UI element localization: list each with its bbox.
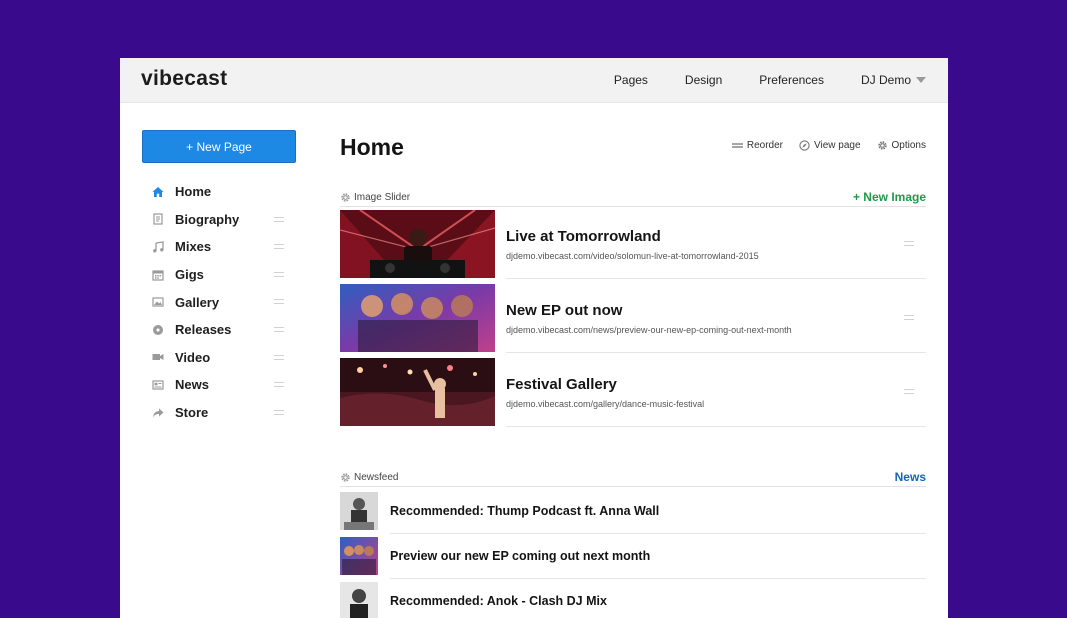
reorder-icon — [731, 143, 743, 148]
sidebar-item-label: Store — [175, 405, 209, 421]
user-name: DJ Demo — [860, 73, 911, 87]
sidebar-item-label: Home — [175, 184, 212, 200]
slide-title[interactable]: Live at Tomorrowland — [506, 228, 661, 245]
reorder-button[interactable]: Reorder — [731, 140, 783, 151]
page-actions: Reorder View page Options — [716, 140, 926, 151]
sidebar-item-label: Biography — [175, 211, 240, 227]
drag-handle-icon[interactable] — [274, 326, 284, 332]
new-page-button[interactable]: + New Page — [142, 130, 296, 163]
options-button[interactable]: Options — [877, 140, 926, 151]
image-slider-list: Live at Tomorrowland djdemo.vibecast.com… — [340, 210, 926, 432]
sidebar: + New Page Home Biography Mixes Gigs Gal… — [142, 130, 296, 426]
drag-handle-icon[interactable] — [274, 299, 284, 305]
sidebar-item-home[interactable]: Home — [142, 178, 296, 206]
news-item[interactable]: Recommended: Thump Podcast ft. Anna Wall — [340, 489, 926, 534]
options-label: Options — [891, 140, 926, 151]
band-photo-image — [340, 284, 495, 352]
slide-title[interactable]: New EP out now — [506, 302, 622, 319]
dj-portrait-image — [340, 582, 378, 618]
slide-thumbnail[interactable] — [340, 210, 495, 278]
sidebar-item-releases[interactable]: Releases — [142, 316, 296, 344]
disc-icon — [152, 324, 164, 336]
image-slider-label: Image Slider — [354, 191, 411, 203]
video-camera-icon — [152, 351, 164, 363]
drag-handle-icon[interactable] — [274, 354, 284, 360]
slide-thumbnail[interactable] — [340, 284, 495, 352]
news-title[interactable]: Preview our new EP coming out next month — [390, 549, 650, 563]
sidebar-list: Home Biography Mixes Gigs Gallery Releas… — [142, 178, 296, 426]
slide-thumbnail[interactable] — [340, 358, 495, 426]
sidebar-item-label: Mixes — [175, 239, 212, 255]
newsfeed-label: Newsfeed — [354, 471, 399, 483]
nav-pages[interactable]: Pages — [614, 73, 648, 87]
slide-item[interactable]: Festival Gallery djdemo.vibecast.com/gal… — [340, 358, 926, 432]
sidebar-item-gallery[interactable]: Gallery — [142, 288, 296, 316]
drag-handle-icon[interactable] — [274, 382, 284, 388]
drag-handle-icon[interactable] — [274, 244, 284, 250]
news-thumbnail[interactable] — [340, 492, 378, 530]
nav-design[interactable]: Design — [685, 73, 722, 87]
dj-stage-image — [340, 210, 495, 278]
sidebar-item-label: Gigs — [175, 267, 204, 283]
slide-url: djdemo.vibecast.com/video/solomun-live-a… — [506, 251, 759, 261]
document-icon — [152, 213, 164, 225]
reorder-label: Reorder — [746, 140, 783, 151]
newsfeed-header: Newsfeed News — [340, 468, 926, 487]
nav-preferences[interactable]: Preferences — [759, 73, 824, 87]
sidebar-item-mixes[interactable]: Mixes — [142, 233, 296, 261]
podcast-photo-image — [340, 492, 378, 530]
app-window: vibecast Pages Design Preferences DJ Dem… — [120, 58, 948, 618]
news-item[interactable]: Preview our new EP coming out next month — [340, 534, 926, 579]
top-nav: Pages Design Preferences DJ Demo — [577, 58, 926, 102]
drag-handle-icon[interactable] — [274, 409, 284, 415]
festival-crowd-image — [340, 358, 495, 426]
sidebar-item-label: Video — [175, 349, 211, 365]
view-page-button[interactable]: View page — [799, 140, 861, 151]
music-note-icon — [152, 241, 164, 253]
newsfeed-list: Recommended: Thump Podcast ft. Anna Wall… — [340, 489, 926, 618]
band-photo-image — [340, 537, 378, 575]
calendar-icon — [152, 269, 164, 281]
sidebar-item-gigs[interactable]: Gigs — [142, 261, 296, 289]
drag-handle-icon[interactable] — [274, 216, 284, 222]
sidebar-item-news[interactable]: News — [142, 371, 296, 399]
news-thumbnail[interactable] — [340, 582, 378, 618]
top-bar: vibecast Pages Design Preferences DJ Dem… — [120, 58, 948, 103]
slide-url: djdemo.vibecast.com/news/preview-our-new… — [506, 325, 792, 335]
sidebar-item-label: News — [175, 377, 209, 393]
news-link[interactable]: News — [895, 470, 926, 484]
drag-handle-icon[interactable] — [274, 271, 284, 277]
view-page-label: View page — [814, 140, 861, 151]
news-item[interactable]: Recommended: Anok - Clash DJ Mix — [340, 579, 926, 618]
gear-icon — [877, 141, 887, 150]
slide-item[interactable]: Live at Tomorrowland djdemo.vibecast.com… — [340, 210, 926, 284]
sidebar-item-store[interactable]: Store — [142, 399, 296, 427]
user-menu[interactable]: DJ Demo — [861, 73, 926, 87]
sidebar-item-video[interactable]: Video — [142, 344, 296, 372]
sidebar-item-label: Gallery — [175, 294, 220, 310]
home-icon — [152, 186, 164, 198]
drag-handle-icon[interactable] — [904, 315, 914, 320]
news-title[interactable]: Recommended: Anok - Clash DJ Mix — [390, 594, 607, 608]
caret-down-icon — [916, 77, 926, 83]
newspaper-icon — [152, 379, 164, 391]
slide-url: djdemo.vibecast.com/gallery/dance-music-… — [506, 399, 705, 409]
gear-icon — [341, 192, 350, 202]
news-title[interactable]: Recommended: Thump Podcast ft. Anna Wall — [390, 504, 659, 518]
share-arrow-icon — [152, 407, 164, 419]
news-thumbnail[interactable] — [340, 537, 378, 575]
image-icon — [152, 296, 164, 308]
new-image-button[interactable]: + New Image — [853, 190, 926, 204]
compass-icon — [799, 140, 810, 151]
image-slider-header: Image Slider + New Image — [340, 188, 926, 207]
page-title: Home — [340, 134, 404, 160]
sidebar-item-biography[interactable]: Biography — [142, 206, 296, 234]
drag-handle-icon[interactable] — [904, 241, 914, 246]
gear-icon — [341, 472, 350, 482]
slide-item[interactable]: New EP out now djdemo.vibecast.com/news/… — [340, 284, 926, 358]
app-logo[interactable]: vibecast — [141, 67, 227, 91]
sidebar-item-label: Releases — [175, 322, 232, 338]
drag-handle-icon[interactable] — [904, 389, 914, 394]
slide-title[interactable]: Festival Gallery — [506, 376, 617, 393]
